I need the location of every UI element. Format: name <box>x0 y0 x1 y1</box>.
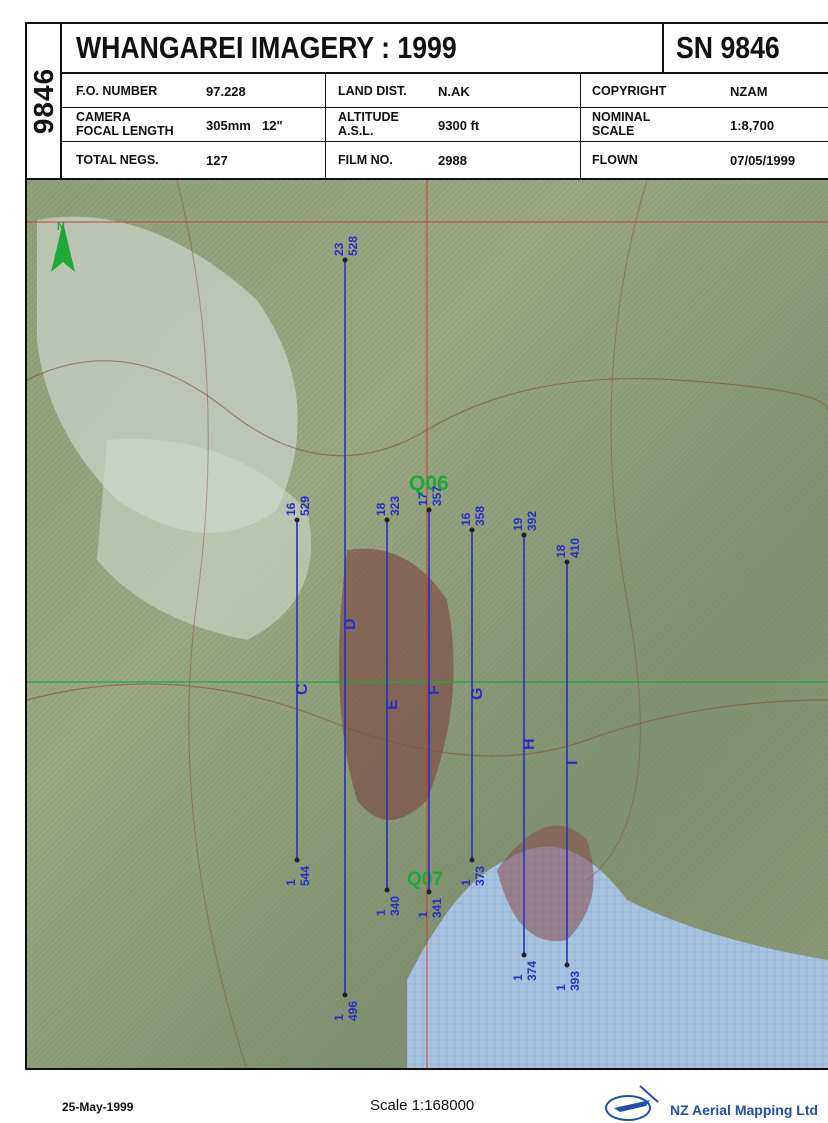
flown-label: FLOWN <box>592 153 638 167</box>
flight-line-c-end <box>294 857 300 863</box>
land-dist-value: N.AK <box>438 84 470 99</box>
map-title: WHANGAREI IMAGERY : 1999 <box>76 30 457 65</box>
flight-line-i-label: I <box>564 761 581 765</box>
flight-line-e-top-number: 18 <box>374 502 388 516</box>
flight-line-h-bottom-neg: 374 <box>525 961 539 981</box>
flight-line-g-top-number: 16 <box>459 512 473 526</box>
flight-line-h-label: H <box>521 738 538 750</box>
company-logo: NZ Aerial Mapping Ltd <box>600 1080 828 1123</box>
flight-line-f-bottom-number: 1 <box>416 911 430 918</box>
flight-line-i-top-number: 18 <box>554 544 568 558</box>
flight-line-i-start <box>564 559 570 565</box>
flight-line-i-end <box>564 962 570 968</box>
sheet-number: SN 9846 <box>676 30 780 65</box>
flight-line-h-bottom-number: 1 <box>511 974 525 981</box>
fo-number-value: 97.228 <box>206 84 246 99</box>
flight-line-c-top-neg: 529 <box>298 496 312 516</box>
info-table: F.O. NUMBER 97.228 CAMERA FOCAL LENGTH 3… <box>62 74 828 178</box>
flight-line-d-bottom-number: 1 <box>332 1014 346 1021</box>
flight-line-f-bottom-neg: 341 <box>430 898 444 918</box>
sheet-code: 9846 <box>27 67 59 135</box>
flight-line-e-start <box>384 517 390 523</box>
sheet-label-q07: Q07 <box>407 869 443 890</box>
copyright-value: NZAM <box>730 84 768 99</box>
flight-line-h-top-neg: 392 <box>525 511 539 531</box>
flight-line-e-bottom-number: 1 <box>374 909 388 916</box>
flight-line-f-start <box>426 507 432 513</box>
flight-line-f-label: F <box>426 685 443 695</box>
film-no-label: FILM NO. <box>338 153 393 167</box>
flight-line-h-top-number: 19 <box>511 517 525 531</box>
flight-line-i-bottom-neg: 393 <box>568 971 582 991</box>
nominal-label: NOMINAL <box>592 110 651 124</box>
land-dist-label: LAND DIST. <box>338 84 407 98</box>
flight-line-g-label: G <box>469 688 486 700</box>
flight-line-d-end <box>342 992 348 998</box>
info-divider-1 <box>325 74 326 178</box>
flight-line-e-bottom-neg: 340 <box>388 896 402 916</box>
title-row: WHANGAREI IMAGERY : 1999 SN 9846 <box>62 24 828 74</box>
sheet-code-box: 9846 <box>27 24 62 178</box>
focal-length-label: FOCAL LENGTH <box>76 124 174 138</box>
asl-label: A.S.L. <box>338 124 374 138</box>
flight-line-g-end <box>469 857 475 863</box>
flight-line-i-bottom-number: 1 <box>554 984 568 991</box>
map-svg: N Q06 Q07 16 5291 544C23 5281 496D18 3231 340E… <box>27 180 828 1068</box>
flight-line-d-label: D <box>342 618 359 630</box>
total-negs-label: TOTAL NEGS. <box>76 153 159 167</box>
map-area[interactable]: N Q06 Q07 16 529 1 544 C 23 528 1 496 D 18 323 1 340 E… <box>27 178 828 1068</box>
flight-line-f-top-neg: 357 <box>430 486 444 506</box>
svg-text:N: N <box>57 221 65 233</box>
flight-line-c-bottom-neg: 544 <box>298 866 312 886</box>
flight-line-c-label: C <box>294 683 311 695</box>
flight-line-h-start <box>521 532 527 538</box>
flight-line-e-end <box>384 887 390 893</box>
flight-line-e-top-neg: 323 <box>388 496 402 516</box>
flight-line-d-top-neg: 528 <box>346 236 360 256</box>
flight-line-d-start <box>342 257 348 263</box>
flight-line-g-bottom-neg: 373 <box>473 866 487 886</box>
footer-scale: Scale 1:168000 <box>370 1097 475 1114</box>
flight-line-d-bottom-neg: 496 <box>346 1001 360 1021</box>
copyright-label: COPYRIGHT <box>592 84 667 98</box>
altitude-value: 9300 ft <box>438 118 480 133</box>
focal-in-value: 12" <box>262 118 283 133</box>
aircraft-logo-icon <box>605 1085 659 1121</box>
flight-line-c-bottom-number: 1 <box>284 879 298 886</box>
flight-line-e-label: E <box>384 699 401 710</box>
altitude-label: ALTITUDE <box>338 110 399 124</box>
flight-line-f-end <box>426 889 432 895</box>
flight-line-g-bottom-number: 1 <box>459 879 473 886</box>
focal-mm-value: 305mm <box>206 118 251 133</box>
total-negs-value: 127 <box>206 153 228 168</box>
film-no-value: 2988 <box>438 153 467 168</box>
fo-number-label: F.O. NUMBER <box>76 84 158 98</box>
flight-line-h-end <box>521 952 527 958</box>
flight-line-g-top-neg: 358 <box>473 506 487 526</box>
info-divider-2 <box>580 74 581 178</box>
sheet-number-box: SN 9846 <box>662 24 828 72</box>
flight-line-f-top-number: 17 <box>416 492 430 506</box>
flight-line-g-start <box>469 527 475 533</box>
flight-line-c-start <box>294 517 300 523</box>
flight-line-c-top-number: 16 <box>284 502 298 516</box>
footer-date: 25-May-1999 <box>62 1100 134 1114</box>
flown-value: 07/05/1999 <box>730 153 796 168</box>
company-name: NZ Aerial Mapping Ltd <box>670 1102 819 1118</box>
flight-line-d-top-number: 23 <box>332 242 346 256</box>
nominal-scale-value: 1:8,700 <box>730 118 775 133</box>
scale-label: SCALE <box>592 124 635 138</box>
flight-line-i-top-neg: 410 <box>568 538 582 558</box>
camera-label: CAMERA <box>76 110 131 124</box>
